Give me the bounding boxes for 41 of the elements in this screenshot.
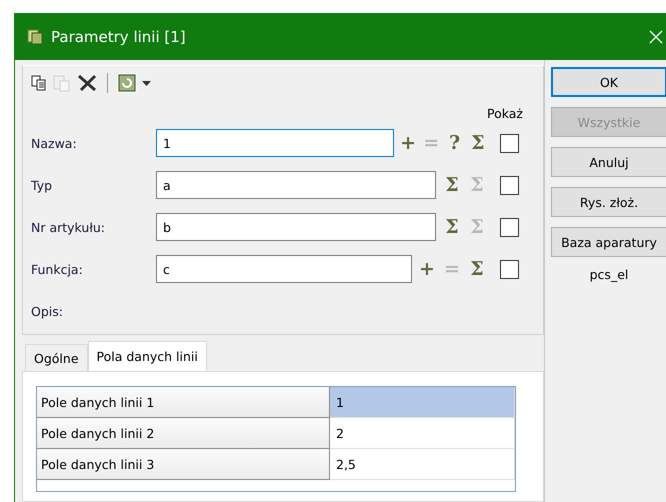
field-label: Funkcja: [31,262,84,276]
dropdown-caret-icon[interactable] [142,80,151,86]
app-icon [27,28,43,44]
row-header-cell: Pole danych linii 2 [37,418,330,449]
text-field[interactable]: b [156,213,436,241]
show-checkbox[interactable] [500,260,519,278]
delete-icon[interactable] [77,74,97,92]
close-icon[interactable] [649,30,663,44]
show-checkbox[interactable] [500,218,519,236]
dialog-button[interactable]: Baza aparatury [551,227,666,257]
formula-icon[interactable]: Σ [441,174,463,196]
text-field[interactable]: c [156,255,412,283]
dialog-button[interactable]: Rys. złoż. [551,187,666,217]
formula-icon[interactable]: ? [444,132,465,154]
field-label: Typ [31,178,54,192]
row-header-cell: Pole danych linii 1 [37,387,330,418]
text-field[interactable]: 1 [156,129,394,157]
database-name: pcs_el [588,267,630,282]
dialog-button[interactable]: OK [551,67,666,97]
tab[interactable]: Pola danych linii [88,341,207,371]
field-label: Nr artykułu: [31,220,106,234]
refresh-icon[interactable] [118,74,136,92]
table-cell[interactable]: 2,5 [330,449,515,480]
formula-icon[interactable]: + [398,132,418,154]
copy-icon[interactable] [31,75,47,91]
formula-icon[interactable]: Σ [441,216,463,238]
show-checkbox[interactable] [500,134,519,152]
field-label: Nazwa: [31,136,78,150]
dialog-button[interactable]: Anuluj [551,147,666,177]
text-field[interactable]: a [156,171,436,199]
window-title: Parametry linii [1] [51,28,187,46]
formula-icon[interactable]: + [416,258,438,280]
row-header-cell: Pole danych linii 3 [37,449,330,480]
show-checkbox[interactable] [500,176,519,194]
formula-icon[interactable]: Σ [468,132,488,154]
description-label: Opis: [31,304,64,318]
formula-icon[interactable]: Σ [466,258,488,280]
tab[interactable]: Ogólne [25,344,88,371]
table-cell[interactable]: 1 [330,387,515,418]
show-column-header: Pokaż [487,106,523,122]
table-cell[interactable]: 2 [330,418,515,449]
